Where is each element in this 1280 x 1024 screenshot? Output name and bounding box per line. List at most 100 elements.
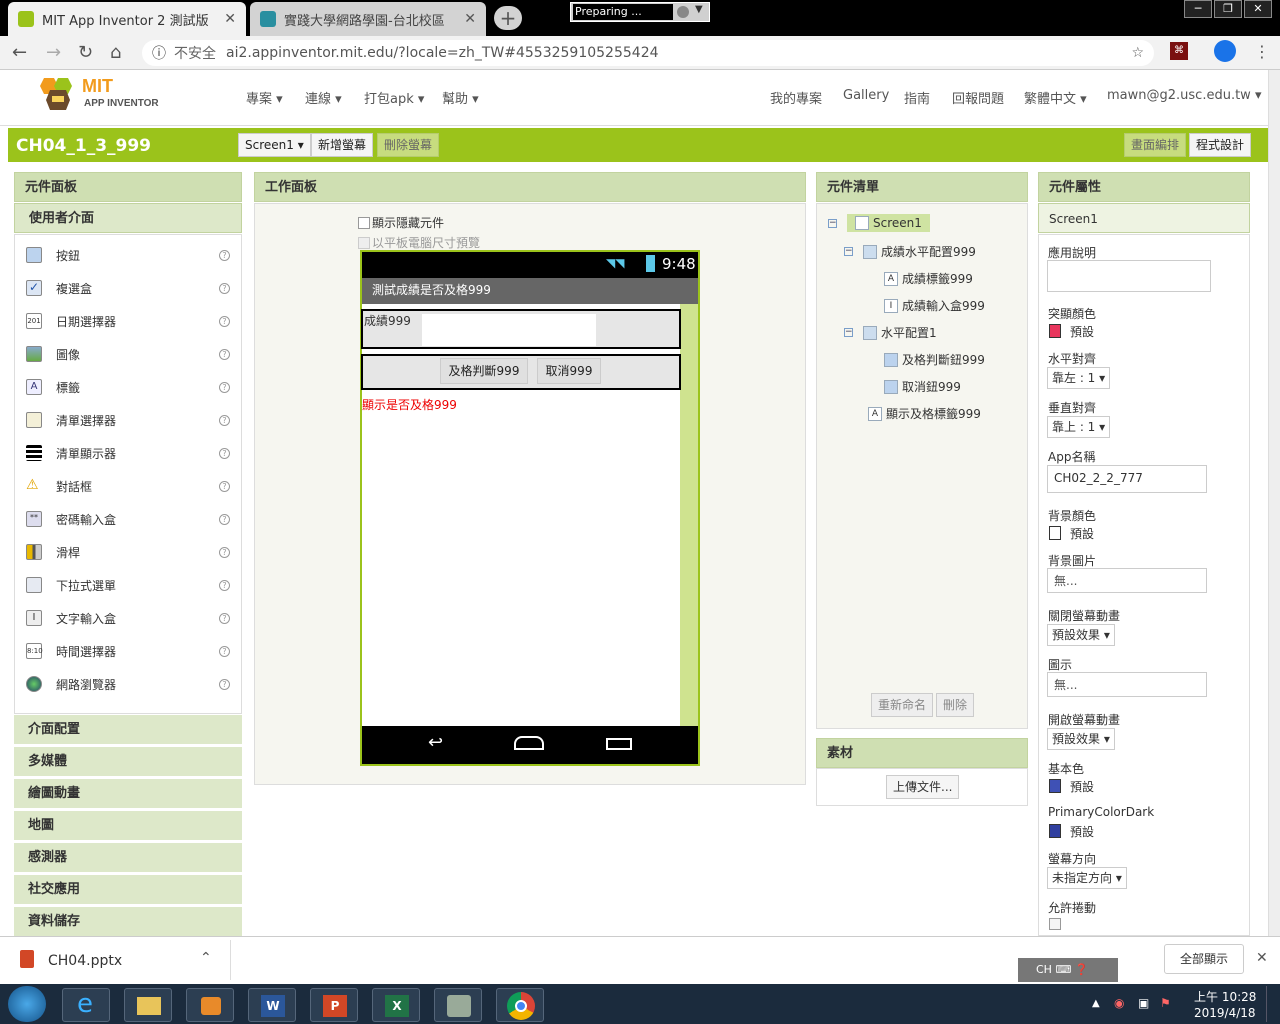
menu-project[interactable]: 專案 ▾ [246, 88, 283, 107]
orientation-select[interactable]: 未指定方向 ▾ [1047, 867, 1127, 889]
help-icon[interactable]: ? [219, 513, 230, 525]
chevron-down-icon[interactable]: ▼ [695, 4, 703, 15]
palette-item-listpicker[interactable]: 清單選擇器? [26, 410, 230, 430]
home-icon[interactable]: ⌂ [110, 42, 121, 63]
explorer-icon[interactable] [124, 988, 172, 1022]
excel-icon[interactable]: X [372, 988, 420, 1022]
screen-select[interactable]: Screen1 ▾ [238, 133, 311, 157]
minimize-icon[interactable]: ─ [1184, 0, 1212, 18]
bookmark-star-icon[interactable]: ☆ [1131, 45, 1144, 61]
new-tab-button[interactable]: + [494, 6, 522, 30]
clock-date[interactable]: 2019/4/18 [1194, 1006, 1256, 1020]
help-icon[interactable]: ? [219, 546, 230, 558]
close-tab-icon[interactable]: ✕ [464, 11, 476, 27]
accent-swatch[interactable] [1049, 324, 1061, 338]
open-anim-select[interactable]: 預設效果 ▾ [1047, 728, 1115, 750]
close-anim-select[interactable]: 預設效果 ▾ [1047, 624, 1115, 646]
tree-screen1[interactable]: − Screen1 [828, 214, 930, 232]
page-scrollbar[interactable] [1268, 70, 1280, 936]
tree-pass-button[interactable]: 及格判斷鈕999 [884, 351, 985, 368]
close-download-bar-icon[interactable]: ✕ [1256, 950, 1268, 966]
icon-input[interactable]: 無... [1047, 672, 1207, 697]
help-icon[interactable]: ? [219, 348, 230, 360]
powerpoint-icon[interactable]: P [310, 988, 358, 1022]
menu-build[interactable]: 打包apk ▾ [364, 88, 424, 107]
scroll-checkbox[interactable] [1049, 918, 1061, 930]
help-icon[interactable]: ? [219, 447, 230, 459]
show-desktop-button[interactable] [1266, 986, 1278, 1022]
tree-cancel-button[interactable]: 取消鈕999 [884, 378, 961, 395]
browser-tab[interactable]: 實踐大學網路學園-台北校區 ✕ [250, 2, 486, 36]
help-icon[interactable]: ? [219, 645, 230, 657]
pass-check-button[interactable]: 及格判斷999 [440, 358, 528, 384]
palette-category-media[interactable]: 多媒體 [14, 746, 242, 776]
palette-item-label[interactable]: A 標籤? [26, 377, 230, 397]
cancel-button[interactable]: 取消999 [537, 358, 601, 384]
help-icon[interactable]: ? [219, 579, 230, 591]
bgcolor-value[interactable]: 預設 [1070, 525, 1094, 542]
show-all-button[interactable]: 全部顯示 [1164, 944, 1244, 974]
palette-item-timepicker[interactable]: 8:10 時間選擇器? [26, 641, 230, 661]
tablet-preview-checkbox[interactable]: 以平板電腦尺寸預覽 [358, 234, 480, 251]
palette-item-spinner[interactable]: 下拉式選單? [26, 575, 230, 595]
chevron-up-icon[interactable]: ⌃ [200, 950, 212, 966]
menu-guide[interactable]: 指南 [904, 88, 930, 107]
tree-horizontal-arrangement[interactable]: − 水平配置1 [844, 324, 937, 341]
help-icon[interactable]: ? [219, 249, 230, 261]
help-icon[interactable]: ? [219, 381, 230, 393]
pdf-extension-icon[interactable]: ⌘ [1170, 42, 1188, 60]
menu-report[interactable]: 回報問題 [952, 88, 1004, 107]
collapse-icon[interactable]: − [844, 328, 853, 337]
info-icon[interactable]: ⓘ [152, 43, 166, 63]
palette-item-datepicker[interactable]: 201 日期選擇器? [26, 311, 230, 331]
primary-value[interactable]: 預設 [1070, 778, 1094, 795]
emulator-icon[interactable] [434, 988, 482, 1022]
result-label[interactable]: 顯示是否及格999 [362, 396, 457, 413]
palette-category-social[interactable]: 社交應用 [14, 874, 242, 904]
checkbox-box[interactable] [358, 236, 370, 249]
tree-score-input[interactable]: I 成績輸入盒999 [884, 297, 985, 314]
primary-dark-swatch[interactable] [1049, 824, 1061, 838]
palette-category-layout[interactable]: 介面配置 [14, 714, 242, 744]
close-tab-icon[interactable]: ✕ [224, 11, 236, 27]
accent-value[interactable]: 預設 [1070, 323, 1094, 340]
ie-icon[interactable]: e [62, 988, 110, 1022]
valign-select[interactable]: 靠上 : 1 ▾ [1047, 416, 1111, 438]
delete-button[interactable]: 刪除 [936, 693, 975, 717]
back-icon[interactable]: ← [12, 42, 27, 63]
palette-category-storage[interactable]: 資料儲存 [14, 906, 242, 936]
palette-item-passwordtextbox[interactable]: ** 密碼輸入盒? [26, 509, 230, 529]
about-textarea[interactable] [1047, 260, 1211, 292]
palette-item-webviewer[interactable]: 網路瀏覽器? [26, 674, 230, 694]
help-icon[interactable]: ? [219, 612, 230, 624]
appname-input[interactable]: CH02_2_2_777 [1047, 465, 1207, 493]
checkbox-box[interactable] [358, 216, 370, 229]
ime-bar[interactable]: CH ⌨ ❓ [1018, 958, 1118, 982]
score-input[interactable] [422, 314, 596, 346]
palette-item-button[interactable]: 按鈕? [26, 245, 230, 265]
menu-account[interactable]: mawn@g2.usc.edu.tw ▾ [1107, 88, 1261, 103]
tree-result-label[interactable]: A 顯示及格標籤999 [868, 405, 981, 422]
url-input[interactable]: ⓘ 不安全 ai2.appinventor.mit.edu/?locale=zh… [142, 40, 1154, 66]
more-menu-icon[interactable]: ⋮ [1254, 42, 1270, 61]
upload-button[interactable]: 上傳文件... [886, 775, 960, 799]
remove-screen-button[interactable]: 刪除螢幕 [377, 133, 440, 157]
reload-icon[interactable]: ↻ [78, 42, 93, 63]
primary-swatch[interactable] [1049, 779, 1061, 793]
collapse-icon[interactable]: − [828, 218, 837, 228]
restore-icon[interactable]: ❐ [1214, 0, 1242, 18]
media-player-icon[interactable] [186, 988, 234, 1022]
palette-item-image[interactable]: 圖像? [26, 344, 230, 364]
bgcolor-swatch[interactable] [1049, 526, 1061, 540]
show-hidden-checkbox[interactable]: 顯示隱藏元件 [358, 214, 444, 231]
tray-expand-icon[interactable]: ▲ [1092, 998, 1100, 1009]
start-button[interactable] [8, 986, 46, 1022]
help-icon[interactable]: ? [219, 414, 230, 426]
clock-time[interactable]: 上午 10:28 [1194, 988, 1256, 1005]
tree-score-label[interactable]: A 成績標籤999 [884, 270, 973, 287]
palette-item-textbox[interactable]: I 文字輸入盒? [26, 608, 230, 628]
tray-volume-icon[interactable]: ◉ [1114, 996, 1124, 1010]
bgimage-input[interactable]: 無... [1047, 568, 1207, 593]
collapse-icon[interactable]: − [844, 247, 853, 256]
menu-language[interactable]: 繁體中文 ▾ [1024, 88, 1087, 107]
